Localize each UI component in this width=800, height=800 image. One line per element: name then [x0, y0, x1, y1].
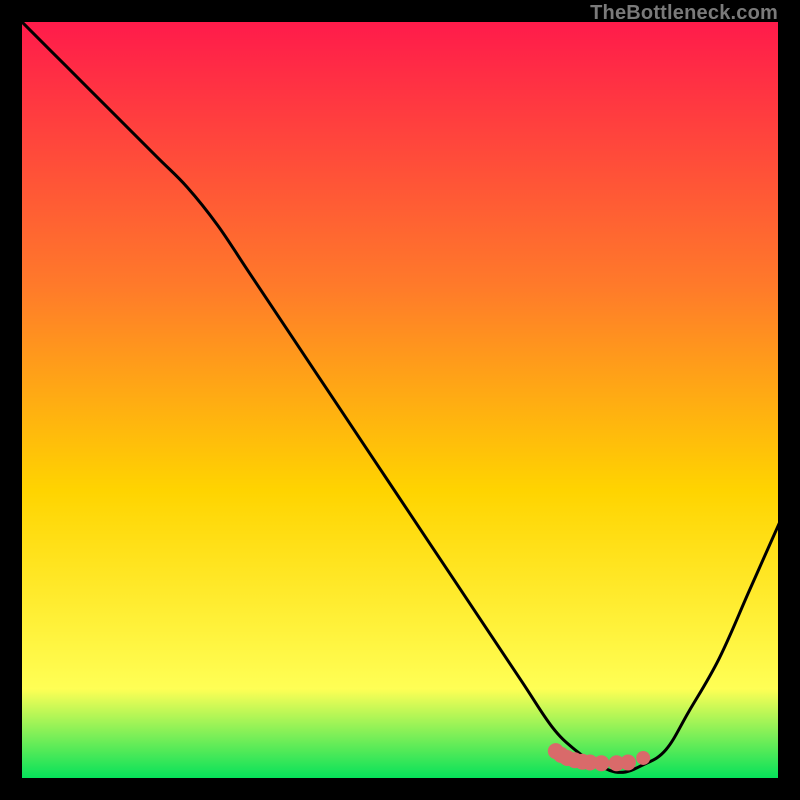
curve-marker-dot [636, 751, 650, 765]
chart-frame [20, 20, 780, 780]
watermark-text: TheBottleneck.com [590, 2, 778, 25]
curve-marker-dot [620, 755, 636, 771]
bottleneck-chart [20, 20, 780, 780]
curve-marker-dot [593, 755, 609, 771]
